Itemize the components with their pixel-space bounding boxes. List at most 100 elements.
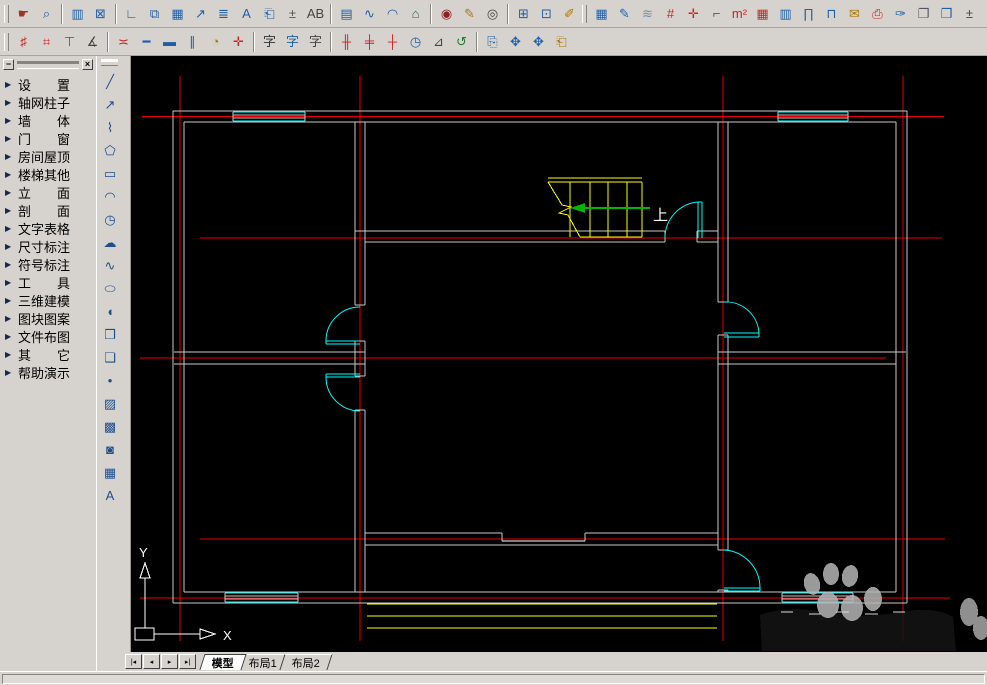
dim-linear-button[interactable]: ╫ (335, 30, 358, 54)
toolbar-grip[interactable] (4, 32, 9, 51)
make-block-tool-icon[interactable]: ❏ (98, 346, 122, 369)
prev-tab-button[interactable]: ◂ (143, 654, 160, 669)
seal-stamp-button[interactable]: ⎙ (866, 2, 889, 26)
axis-single-button[interactable]: ⊤ (58, 30, 81, 54)
draw-toolbar-grip[interactable] (101, 59, 118, 66)
sidebar-item-符号标注[interactable]: ▶ 符号标注 (0, 255, 96, 273)
rectangle-tool-icon[interactable]: ▭ (98, 162, 122, 185)
single-line-wall-button[interactable]: ━ (135, 30, 158, 54)
sidebar-item-三维建模[interactable]: ▶ 三维建模 (0, 291, 96, 309)
layer-stack-button[interactable]: ≋ (636, 2, 659, 26)
book-pages-button[interactable]: ❐ (912, 2, 935, 26)
axis-tool-button[interactable]: ∟ (120, 2, 143, 26)
circle-tool-icon[interactable]: ◷ (98, 208, 122, 231)
spline-tool-icon[interactable]: ∿ (98, 254, 122, 277)
sidebar-item-门窗[interactable]: ▶ 门 窗 (0, 129, 96, 147)
axis-cross-button[interactable]: ✛ (682, 2, 705, 26)
door-schedule-button[interactable]: ∏ (797, 2, 820, 26)
polygon-tool-icon[interactable]: ⬠ (98, 139, 122, 162)
dim-point-button[interactable]: ┼ (381, 30, 404, 54)
axis-bubbles-button[interactable]: ⌗ (35, 30, 58, 54)
copy-object-button[interactable]: ⎘ (481, 30, 504, 54)
sidebar-item-墙体[interactable]: ▶ 墙 体 (0, 111, 96, 129)
elevation-marks-button[interactable]: ≣ (212, 2, 235, 26)
brush-match-button[interactable]: ✑ (889, 2, 912, 26)
dome-arc-button[interactable]: ◠ (381, 2, 404, 26)
dim-angular-button[interactable]: ◷ (404, 30, 427, 54)
sidebar-item-剖面[interactable]: ▶ 剖 面 (0, 201, 96, 219)
house-label-button[interactable]: ⌂ (404, 2, 427, 26)
construction-line-tool-icon[interactable]: ↗ (98, 93, 122, 116)
wall-section-button[interactable]: ▬ (158, 30, 181, 54)
point-tool-icon[interactable]: • (98, 369, 122, 392)
rename-blocks-button[interactable]: AB (304, 2, 327, 26)
arc-tool-icon[interactable]: ◠ (98, 185, 122, 208)
axis-angle-button[interactable]: ∡ (81, 30, 104, 54)
pane-point-button[interactable]: ⊡ (535, 2, 558, 26)
ellipse-tool-icon[interactable]: ⬭ (98, 277, 122, 300)
sidebar-item-工具[interactable]: ▶ 工 具 (0, 273, 96, 291)
insert-block-tool-icon[interactable]: ❒ (98, 323, 122, 346)
tab-模型[interactable]: 模型 (199, 654, 247, 670)
sidebar-item-文字表格[interactable]: ▶ 文字表格 (0, 219, 96, 237)
dim-protractor-button[interactable]: ⊿ (427, 30, 450, 54)
text-style-button[interactable]: A (235, 2, 258, 26)
wave-line-button[interactable]: ∿ (358, 2, 381, 26)
level-funnel-button[interactable]: ± (958, 2, 981, 26)
window-schedule-button[interactable]: ⊓ (820, 2, 843, 26)
hide-object-button[interactable]: ◉ (435, 2, 458, 26)
standard-column-button[interactable]: ⧉ (143, 2, 166, 26)
polyline-tool-icon[interactable]: ⌇ (98, 116, 122, 139)
sidebar-item-立面[interactable]: ▶ 立 面 (0, 183, 96, 201)
column-pane-button[interactable]: ▥ (774, 2, 797, 26)
leader-label-button[interactable]: ↗ (189, 2, 212, 26)
area-m2-button[interactable]: m² (728, 2, 751, 26)
show-object-button[interactable]: ◎ (481, 2, 504, 26)
pan-view-button[interactable]: ✥ (504, 30, 527, 54)
ellipse-arc-tool-icon[interactable]: ◖ (98, 300, 122, 323)
dim-rotate-button[interactable]: ↺ (450, 30, 473, 54)
panel-grip[interactable] (17, 60, 79, 69)
open-drawing-button[interactable]: ⊠ (89, 2, 112, 26)
preview-zoom-button[interactable]: ⌕ (35, 2, 58, 26)
sidebar-item-楼梯其他[interactable]: ▶ 楼梯其他 (0, 165, 96, 183)
edit-object-button[interactable]: ✎ (458, 2, 481, 26)
sidebar-item-文件布图[interactable]: ▶ 文件布图 (0, 327, 96, 345)
hatch-tool-icon[interactable]: ▨ (98, 392, 122, 415)
draw-wall-button[interactable]: ≍ (112, 30, 135, 54)
screen-menu-button[interactable]: ☛ (12, 2, 35, 26)
draw-axis-grid-button[interactable]: ♯ (12, 30, 35, 54)
sidebar-item-帮助演示[interactable]: ▶ 帮助演示 (0, 363, 96, 381)
revision-cloud-tool-icon[interactable]: ☁ (98, 231, 122, 254)
sheet-edit-button[interactable]: ✎ (613, 2, 636, 26)
toolbar-grip[interactable] (582, 4, 587, 23)
envelope-button[interactable]: ✉ (843, 2, 866, 26)
gradient-tool-icon[interactable]: ▩ (98, 415, 122, 438)
move-object-button[interactable]: ✥ (527, 30, 550, 54)
axis-dim-button[interactable]: ▦ (166, 2, 189, 26)
text-write-button[interactable]: 字 (258, 30, 281, 54)
last-tab-button[interactable]: ▸| (179, 654, 196, 669)
first-tab-button[interactable]: |◂ (125, 654, 142, 669)
grid-adjust-button[interactable]: ▦ (590, 2, 613, 26)
drawing-canvas[interactable]: 上 Y X (123, 56, 987, 652)
text-paragraph-button[interactable]: 字 (304, 30, 327, 54)
window-shade-button[interactable]: ❒ (935, 2, 958, 26)
project-browser-button[interactable]: ▥ (66, 2, 89, 26)
panel-minimize-button[interactable]: − (3, 59, 14, 70)
tab-布局2[interactable]: 布局2 (279, 654, 333, 670)
sidebar-item-其它[interactable]: ▶ 其 它 (0, 345, 96, 363)
next-tab-button[interactable]: ▸ (161, 654, 178, 669)
panel-close-button[interactable]: × (82, 59, 93, 70)
line-tool-icon[interactable]: ╱ (98, 70, 122, 93)
level-mark-button[interactable]: ± (281, 2, 304, 26)
sidebar-item-轴网柱子[interactable]: ▶ 轴网柱子 (0, 93, 96, 111)
wall-cross-button[interactable]: ✛ (227, 30, 250, 54)
mtext-tool-icon[interactable]: A (98, 484, 122, 507)
panel-grid-button[interactable]: ▤ (335, 2, 358, 26)
toolbar-grip[interactable] (4, 4, 9, 23)
dim-continue-button[interactable]: ╪ (358, 30, 381, 54)
offset-parallel-button[interactable]: ∥ (181, 30, 204, 54)
door-swing-button[interactable]: ◔ (204, 30, 227, 54)
measure-tool-button[interactable]: ✐ (558, 2, 581, 26)
